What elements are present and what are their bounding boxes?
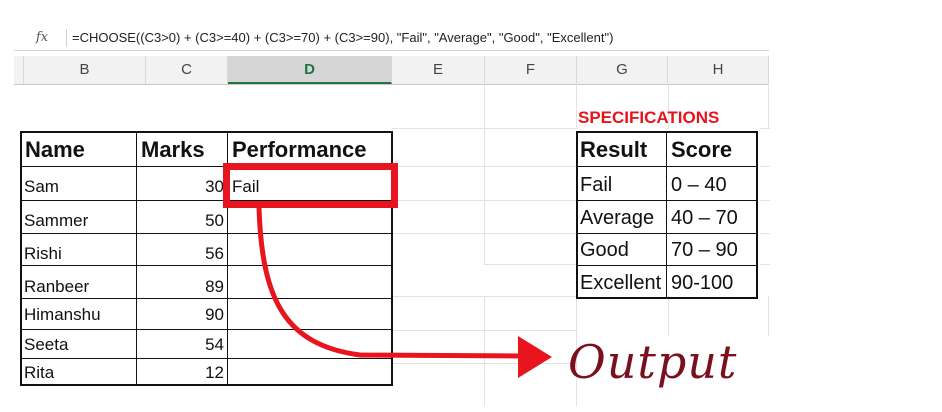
arrowhead-icon bbox=[518, 336, 552, 378]
arrow-path bbox=[256, 207, 521, 359]
output-label: Output bbox=[568, 335, 738, 389]
output-arrow bbox=[256, 207, 552, 378]
